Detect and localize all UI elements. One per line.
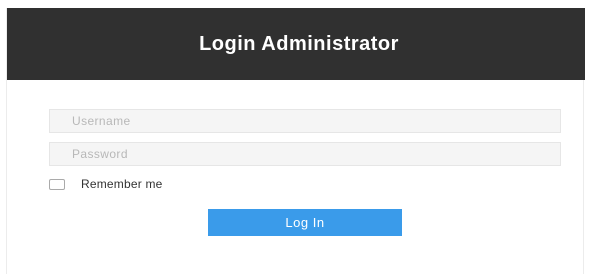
remember-me-label: Remember me bbox=[81, 177, 163, 191]
page-title: Login Administrator bbox=[199, 32, 399, 55]
login-header: Login Administrator bbox=[7, 8, 585, 80]
login-button[interactable]: Log In bbox=[208, 209, 402, 236]
remember-me-checkbox[interactable] bbox=[49, 178, 65, 190]
password-input[interactable] bbox=[49, 142, 561, 166]
login-panel: Login Administrator Remember me Log In bbox=[6, 8, 585, 274]
username-input[interactable] bbox=[49, 109, 561, 133]
remember-me-row[interactable]: Remember me bbox=[49, 177, 163, 191]
